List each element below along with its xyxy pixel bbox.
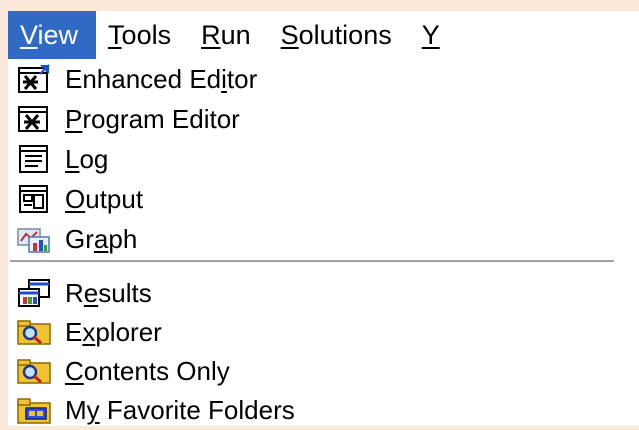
menu-run[interactable]: Run [189, 11, 269, 59]
menu-item-contents-only[interactable]: Contents Only [8, 351, 639, 391]
menu-item-my-favorite-folders[interactable]: My Favorite Folders [8, 390, 639, 430]
menu-tools[interactable]: Tools [96, 11, 189, 59]
menu-bar: View Tools Run Solutions Y [8, 11, 639, 59]
menu-view[interactable]: View [8, 11, 97, 59]
view-dropdown-menu: Enhanced Editor Program Editor Log Outpu… [8, 59, 639, 426]
menu-window[interactable]: Y [410, 11, 458, 59]
menu-item-results[interactable]: Results [8, 273, 639, 313]
favorite-folders-icon [17, 398, 51, 424]
program-editor-icon [18, 106, 48, 132]
menu-item-program-editor[interactable]: Program Editor [8, 99, 639, 139]
results-icon [18, 279, 50, 307]
menu-item-output[interactable]: Output [8, 179, 639, 219]
menu-separator [10, 260, 614, 263]
explorer-icon [17, 320, 51, 345]
menu-item-log[interactable]: Log [8, 139, 639, 179]
log-icon [19, 145, 48, 173]
menu-item-explorer[interactable]: Explorer [8, 312, 639, 352]
output-icon [19, 185, 48, 213]
menu-item-graph[interactable]: Graph [8, 219, 639, 259]
graph-icon [17, 228, 50, 253]
contents-only-icon [17, 359, 51, 384]
enhanced-editor-icon [18, 64, 50, 93]
menu-item-enhanced-editor[interactable]: Enhanced Editor [8, 59, 639, 99]
menu-solutions[interactable]: Solutions [269, 11, 410, 59]
